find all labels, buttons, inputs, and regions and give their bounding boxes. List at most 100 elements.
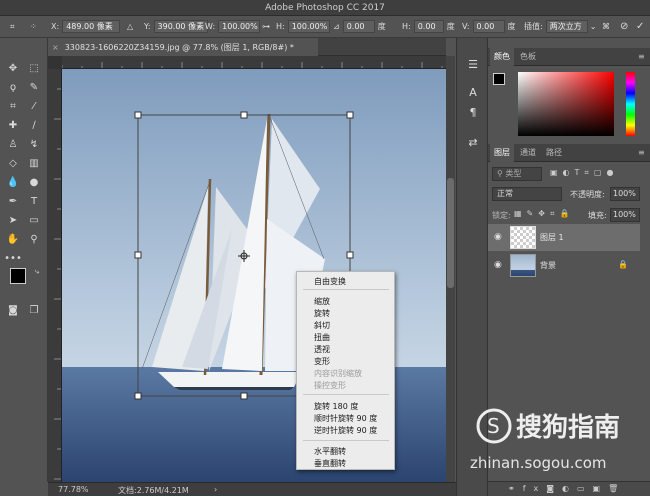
rectangle-tool-icon[interactable]: ▭ (25, 212, 43, 228)
more-tools-icon[interactable]: ••• (4, 250, 22, 266)
hue-slider[interactable] (626, 72, 635, 136)
color-picker-field[interactable] (518, 72, 614, 136)
height-field[interactable]: 100.00% (287, 20, 330, 33)
menu-item-flip-horizontal[interactable]: 水平翻转 (314, 446, 346, 457)
menu-item-scale[interactable]: 缩放 (314, 296, 330, 307)
menu-item-distort[interactable]: 扭曲 (314, 332, 330, 343)
transform-context-menu: 自由变换 缩放 旋转 斜切 扭曲 透视 变形 内容识别缩放 操控变形 旋转 18… (296, 271, 395, 470)
layer-thumbnail (510, 254, 536, 277)
y-label: Y: (144, 22, 151, 31)
chevron-down-icon[interactable]: ⌄ (590, 22, 597, 31)
menu-item-rotate[interactable]: 旋转 (314, 308, 330, 319)
tab-channels[interactable]: 通道 (516, 144, 540, 162)
layer-row-background[interactable]: ◉ 背景 🔒 (488, 252, 640, 279)
hskew-field[interactable]: 0.00 (413, 20, 444, 33)
interpolation-select[interactable]: 两次立方 (545, 20, 588, 33)
menu-item-rotate-90-cw[interactable]: 顺时针旋转 90 度 (314, 413, 377, 424)
quick-mask-icon[interactable]: ◙ (4, 302, 22, 318)
document-tab[interactable]: × 330823-1606220Z34159.jpg @ 77.8% (图层 1… (48, 38, 318, 56)
swap-colors-icon[interactable]: ⤷ (28, 264, 46, 280)
menu-separator (303, 440, 389, 441)
vskew-unit: 度 (507, 22, 516, 31)
fill-field[interactable]: 100% (610, 208, 640, 222)
layers-footer-icons[interactable]: ⚭fx◙◐▭▣🗑 (488, 481, 650, 496)
layer-filter-icons[interactable]: ▣◐T⌗▢● (550, 168, 618, 178)
window-title: Adobe Photoshop CC 2017 (265, 2, 385, 13)
brush-tool-icon[interactable]: ∕ (25, 117, 43, 133)
layer-name: 背景 (540, 261, 556, 270)
tab-color[interactable]: 颜色 (490, 48, 514, 66)
tab-paths[interactable]: 路径 (542, 144, 566, 162)
ruler-corner (48, 56, 62, 69)
hand-tool-icon[interactable]: ✋ (4, 231, 22, 247)
eyedropper-tool-icon[interactable]: ⁄ (25, 98, 43, 114)
menu-item-rotate-90-ccw[interactable]: 逆时针旋转 90 度 (314, 425, 377, 436)
healing-brush-icon[interactable]: ✚ (4, 117, 22, 133)
menu-item-skew[interactable]: 斜切 (314, 320, 330, 331)
warp-mode-icon[interactable]: ⌘ (602, 20, 610, 33)
lock-icon: 🔒 (618, 260, 628, 269)
ruler-vertical (48, 69, 62, 482)
menu-item-perspective[interactable]: 透视 (314, 344, 330, 355)
x-field[interactable]: 489.00 像素 (62, 20, 121, 33)
vskew-label: V: (462, 22, 470, 31)
character-icon[interactable]: A (464, 84, 482, 100)
menu-item-warp[interactable]: 变形 (314, 356, 330, 367)
opacity-field[interactable]: 100% (610, 187, 640, 201)
close-icon[interactable]: × (52, 43, 59, 52)
delta-icon[interactable]: △ (127, 20, 133, 33)
lasso-tool-icon[interactable]: ϙ (4, 79, 22, 95)
layer-row-layer1[interactable]: ◉ 图层 1 (488, 224, 640, 251)
lock-icons[interactable]: ▦✎✥⌗🔒 (514, 209, 574, 219)
foreground-color-swatch[interactable] (493, 73, 505, 85)
eraser-tool-icon[interactable]: ◇ (4, 155, 22, 171)
color-panel-tabs: 颜色 色板 ≡ (488, 48, 650, 66)
clone-stamp-icon[interactable]: ♙ (4, 136, 22, 152)
menu-item-rotate-180[interactable]: 旋转 180 度 (314, 401, 358, 412)
w-label: W: (205, 22, 216, 31)
dodge-tool-icon[interactable]: ● (25, 174, 43, 190)
foreground-color-swatch[interactable] (10, 268, 26, 284)
properties-icon[interactable]: ☰ (464, 56, 482, 72)
y-field[interactable]: 390.00 像素 (153, 20, 208, 33)
marquee-tool-icon[interactable]: ⬚ (25, 60, 43, 76)
adjustments-icon[interactable]: ⇄ (464, 134, 482, 150)
visibility-eye-icon[interactable]: ◉ (494, 232, 502, 242)
reference-point-icon[interactable]: ⁘ (30, 20, 37, 33)
x-label: X: (51, 22, 60, 31)
move-tool-icon[interactable]: ✥ (4, 60, 22, 76)
path-select-icon[interactable]: ➤ (4, 212, 22, 228)
transform-tool-icon[interactable]: ⌗ (10, 20, 15, 33)
crop-tool-icon[interactable]: ⌗ (4, 98, 22, 114)
paragraph-icon[interactable]: ¶ (464, 104, 482, 120)
pen-tool-icon[interactable]: ✒ (4, 193, 22, 209)
scrollbar-thumb[interactable] (447, 178, 454, 288)
blur-tool-icon[interactable]: 💧 (4, 174, 22, 190)
blend-mode-select[interactable]: 正常 (492, 187, 562, 201)
vskew-field[interactable]: 0.00 (472, 20, 505, 33)
width-field[interactable]: 100.00% (218, 20, 261, 33)
visibility-eye-icon[interactable]: ◉ (494, 260, 502, 270)
gradient-tool-icon[interactable]: ▥ (25, 155, 43, 171)
quick-select-tool-icon[interactable]: ✎ (25, 79, 43, 95)
commit-icon[interactable]: ✓ (636, 20, 644, 33)
link-icon[interactable]: ⊶ (262, 20, 270, 33)
menu-item-free-transform[interactable]: 自由变换 (314, 276, 346, 287)
search-icon: ⚲ (497, 169, 503, 178)
screen-mode-icon[interactable]: ❐ (25, 302, 43, 318)
menu-item-flip-vertical[interactable]: 垂直翻转 (314, 458, 346, 469)
tab-swatches[interactable]: 色板 (516, 48, 540, 66)
layer-filter-select[interactable]: ⚲ 类型 (492, 167, 542, 181)
angle-field[interactable]: 0.00 (342, 20, 375, 33)
type-tool-icon[interactable]: T (25, 193, 43, 209)
zoom-level[interactable]: 77.78% (58, 485, 89, 494)
chevron-right-icon[interactable]: › (214, 485, 217, 494)
watermark-logo-letter: S (487, 414, 500, 438)
layers-panel-tabs: 图层 通道 路径 ≡ (488, 144, 650, 162)
tab-layers[interactable]: 图层 (490, 144, 514, 162)
cancel-icon[interactable]: ⊘ (620, 20, 628, 33)
history-brush-icon[interactable]: ↯ (25, 136, 43, 152)
zoom-tool-icon[interactable]: ⚲ (25, 231, 43, 247)
panel-menu-icon[interactable]: ≡ (634, 48, 649, 66)
panel-menu-icon[interactable]: ≡ (634, 144, 649, 162)
